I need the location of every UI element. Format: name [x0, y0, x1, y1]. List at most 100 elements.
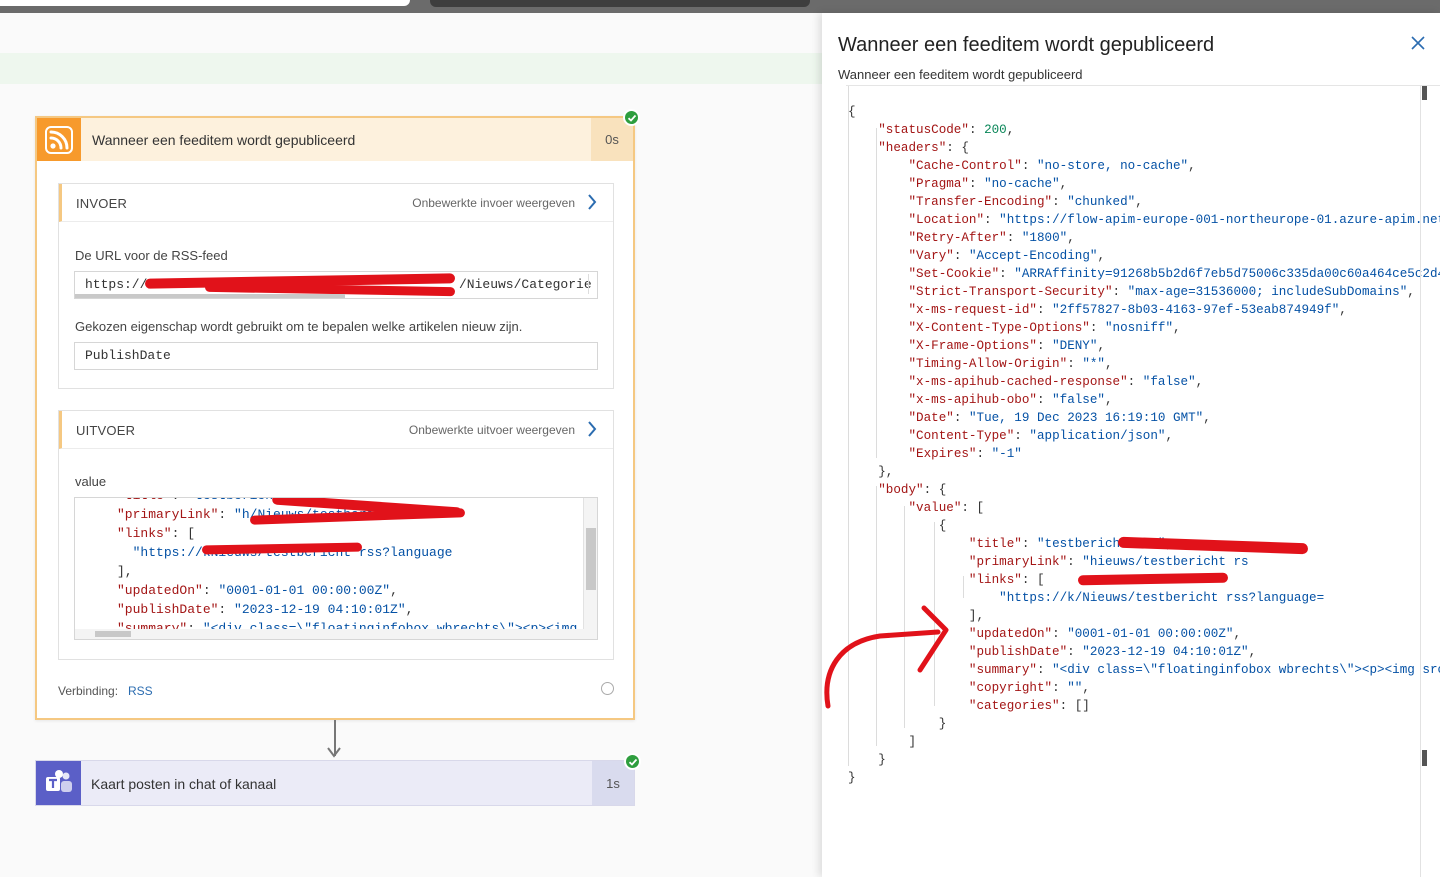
code-token: "https://k — [999, 591, 1075, 605]
code-token: : — [984, 213, 1000, 227]
horizontal-scrollbar[interactable] — [75, 629, 585, 639]
code-token: , — [1407, 285, 1415, 299]
code-line: "links": [ — [117, 524, 597, 543]
horizontal-scrollbar[interactable] — [75, 294, 345, 298]
code-token: , — [1104, 393, 1113, 407]
code-token: : — [218, 602, 235, 617]
code-line: "Expires": "-1" — [848, 445, 1440, 463]
code-token: , — [1233, 627, 1242, 641]
code-token: "nosniff" — [1104, 321, 1174, 335]
close-icon[interactable] — [1410, 35, 1426, 51]
trigger-card[interactable]: Wanneer een feeditem wordt gepubliceerd … — [35, 116, 635, 720]
code-token: "Accept-Encoding" — [968, 249, 1098, 263]
code-token: "publishDate" — [117, 602, 219, 617]
scrollbar-thumb[interactable] — [95, 631, 131, 637]
rss-url-value-end: /Nieuws/Categorie — [459, 277, 592, 292]
code-token: , — [1188, 159, 1196, 173]
trigger-card-title: Wanneer een feeditem wordt gepubliceerd — [92, 132, 356, 148]
output-value-label: value — [75, 474, 107, 489]
code-token: "DENY" — [1052, 339, 1098, 353]
vertical-scrollbar[interactable] — [583, 498, 597, 639]
scrollbar-thumb[interactable] — [1422, 750, 1427, 766]
code-token: "body" — [878, 483, 924, 497]
code-token: : — [202, 583, 219, 598]
chevron-right-icon[interactable] — [587, 420, 597, 438]
code-line: "Location": "https://flow-apim-europe-00… — [848, 211, 1440, 229]
code-token: , — [1165, 429, 1174, 443]
code-line: { — [848, 103, 1440, 121]
code-token: : — [1089, 321, 1105, 335]
browser-tab-dark[interactable] — [430, 0, 810, 7]
output-section: UITVOER Onbewerkte uitvoer weergeven val… — [58, 410, 614, 660]
code-token: : — [968, 123, 985, 137]
vertical-scrollbar[interactable] — [1420, 86, 1421, 877]
code-token: "chunked" — [1067, 195, 1136, 209]
code-token: : — [1127, 375, 1143, 389]
rss-url-field[interactable]: https:// /Nieuws/Categorie — [74, 271, 598, 299]
code-line: "statusCode": 200, — [848, 121, 1440, 139]
chevron-right-icon[interactable] — [587, 193, 597, 211]
connection-link[interactable]: RSS — [128, 684, 153, 698]
code-token: : — [1014, 429, 1030, 443]
input-section: INVOER Onbewerkte invoer weergeven De UR… — [58, 183, 614, 389]
code-token: : [ — [1021, 573, 1045, 587]
code-token: "max-age=31536000; includeSubDomains" — [1127, 285, 1408, 299]
code-token: "Vary" — [908, 249, 954, 263]
code-token: "value" — [908, 501, 962, 515]
rss-url-label: De URL voor de RSS-feed — [75, 248, 228, 263]
show-raw-input-link[interactable]: Onbewerkte invoer weergeven — [412, 196, 575, 210]
output-section-header[interactable]: UITVOER Onbewerkte uitvoer weergeven — [59, 411, 613, 449]
code-token: : — [1021, 537, 1037, 551]
code-token: : — [1036, 303, 1053, 317]
vertical-scrollbar[interactable] — [588, 274, 594, 294]
code-token: : — [1036, 393, 1053, 407]
code-token: , — [1195, 375, 1204, 389]
code-token: "Tue, 19 Dec 2023 16:19:10 GMT" — [968, 411, 1204, 425]
code-line: }, — [848, 463, 1440, 481]
input-section-header[interactable]: INVOER Onbewerkte invoer weergeven — [59, 184, 613, 222]
scrollbar-thumb[interactable] — [1422, 86, 1427, 100]
code-token: , — [390, 583, 398, 598]
code-line: "Retry-After": "1800", — [848, 229, 1440, 247]
code-token: "Timing-Allow-Origin" — [908, 357, 1068, 371]
code-token: "Content-Type" — [908, 429, 1015, 443]
trigger-card-header[interactable]: Wanneer een feeditem wordt gepubliceerd … — [37, 118, 633, 161]
action-card[interactable]: Kaart posten in chat of kanaal 1s — [35, 760, 635, 806]
code-line: ], — [117, 562, 597, 581]
code-token: : — [1036, 663, 1053, 677]
output-value-field[interactable]: "title": "testbericht rss","primaryLink"… — [74, 497, 598, 640]
code-token: : — [1036, 339, 1053, 353]
show-raw-output-link[interactable]: Onbewerkte uitvoer weergeven — [409, 423, 575, 437]
code-token: "1800" — [1021, 231, 1068, 245]
code-token: "Date" — [908, 411, 954, 425]
code-token: } — [848, 771, 856, 785]
code-token: "Strict-Transport-Security" — [908, 285, 1113, 299]
code-token: "statusCode" — [878, 123, 969, 137]
code-token: , — [1082, 681, 1090, 695]
raw-json-viewer[interactable]: { "statusCode": 200, "headers": { "Cache… — [846, 85, 1440, 877]
code-line: } — [848, 769, 1440, 787]
scrollbar-thumb[interactable] — [586, 528, 596, 590]
code-token: "Pragma" — [908, 177, 969, 191]
code-token: : — [1112, 285, 1128, 299]
rss-url-value-start: https:// — [85, 277, 148, 292]
code-token: "Set-Cookie" — [908, 267, 1000, 281]
code-token: "links" — [117, 526, 172, 541]
details-panel: Wanneer een feeditem wordt gepubliceerd … — [822, 13, 1440, 877]
property-field[interactable]: PublishDate — [74, 342, 598, 370]
code-token: /Nieuws/testbericht rss?language= — [1074, 591, 1325, 605]
code-token: : — [1067, 555, 1083, 569]
code-token: "X-Content-Type-Options" — [908, 321, 1090, 335]
code-token: , — [1097, 339, 1105, 353]
browser-tab[interactable] — [0, 0, 410, 6]
